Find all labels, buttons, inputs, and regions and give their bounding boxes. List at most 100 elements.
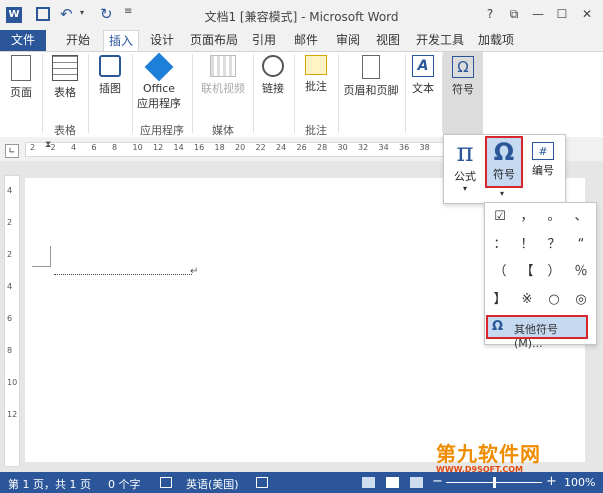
read-mode-icon[interactable] — [362, 477, 375, 488]
tab-references[interactable]: 引用 — [248, 30, 280, 51]
margin-corner-mark — [32, 246, 51, 267]
proofing-icon[interactable] — [160, 477, 172, 488]
minimize-button[interactable]: — — [529, 6, 547, 24]
ruler-number: 32 — [358, 143, 369, 152]
separator — [88, 54, 89, 133]
tab-review[interactable]: 审阅 — [332, 30, 364, 51]
link-icon — [262, 55, 284, 77]
vruler-number: 10 — [7, 378, 18, 387]
tab-developer[interactable]: 开发工具 — [412, 30, 468, 51]
zoom-in-button[interactable]: + — [546, 474, 557, 489]
symbol-cell[interactable]: “ — [568, 232, 594, 258]
tab-addins[interactable]: 加载项 — [474, 30, 518, 51]
header-footer-button[interactable]: 页眉和页脚 — [340, 55, 402, 98]
video-icon — [210, 55, 236, 77]
web-layout-icon[interactable] — [410, 477, 423, 488]
macro-record-icon[interactable] — [256, 477, 268, 488]
online-video-button: 联机视频 — [198, 55, 248, 96]
print-layout-icon[interactable] — [386, 477, 399, 488]
office-apps-label-2: 应用程序 — [137, 97, 181, 110]
vruler-number: 2 — [7, 218, 13, 227]
tab-view[interactable]: 视图 — [372, 30, 404, 51]
tab-insert[interactable]: 插入 — [103, 30, 139, 52]
symbol-cell[interactable]: ％ — [568, 259, 594, 285]
office-apps-button[interactable]: Office 应用程序 — [135, 52, 183, 111]
text-box-icon: A — [412, 55, 434, 77]
comment-button[interactable]: 批注 — [298, 55, 334, 94]
symbol-cell[interactable]: 】 — [487, 287, 513, 313]
page-button[interactable]: 页面 — [4, 55, 38, 100]
ruler-number: 18 — [214, 143, 225, 152]
symbol-cell[interactable]: 。 — [541, 204, 567, 230]
table-button[interactable]: 表格 — [47, 55, 83, 100]
ruler-number: 36 — [399, 143, 410, 152]
tab-mailings[interactable]: 邮件 — [290, 30, 322, 51]
symbol-cell[interactable]: （ — [487, 259, 513, 285]
ruler-number: 22 — [255, 143, 266, 152]
symbol-cell[interactable]: ！ — [514, 232, 540, 258]
tab-selector-icon[interactable]: ∟ — [5, 144, 19, 158]
separator — [294, 54, 295, 133]
separator — [42, 54, 43, 133]
tab-design[interactable]: 设计 — [144, 30, 180, 51]
symbol-cell[interactable]: 、 — [568, 204, 594, 230]
numbering-button[interactable]: # 编号 — [526, 138, 560, 190]
watermark-main: 第九软件网 — [436, 442, 541, 466]
help-button[interactable]: ? — [481, 6, 499, 24]
symbol-button[interactable]: Ω 符号 — [485, 136, 523, 188]
symbol-cell[interactable]: ※ — [514, 287, 540, 313]
ruler-number: 10 — [132, 143, 143, 152]
vruler-number: 4 — [7, 186, 13, 195]
symbol-cell[interactable]: ◎ — [568, 287, 594, 313]
ruler-number: 6 — [91, 143, 97, 152]
symbol-cell[interactable]: ， — [514, 204, 540, 230]
zoom-slider-thumb[interactable] — [493, 477, 496, 488]
symbol-cell[interactable]: ： — [487, 232, 513, 258]
watermark-logo: 第九软件网 WWW.D9SOFT.COM — [436, 438, 541, 474]
equation-button[interactable]: π 公式 ▾ — [447, 138, 483, 196]
status-word-count[interactable]: 0 个字 — [108, 476, 141, 492]
page-icon — [11, 55, 31, 81]
tab-page-layout[interactable]: 页面布局 — [186, 30, 242, 51]
ruler-number: 4 — [71, 143, 77, 152]
tab-home[interactable]: 开始 — [60, 30, 96, 51]
symbol-cell[interactable]: ？ — [541, 232, 567, 258]
group-label-media: 媒体 — [212, 124, 234, 137]
ruler-number: 34 — [378, 143, 389, 152]
ruler-number: 38 — [419, 143, 430, 152]
more-symbols-label: 其他符号(M)... — [514, 323, 558, 350]
online-video-label: 联机视频 — [201, 82, 245, 95]
symbol-dropdown-arrow-icon[interactable]: ▾ — [500, 189, 504, 198]
zoom-out-button[interactable]: − — [432, 474, 443, 489]
ruler-number: 28 — [317, 143, 328, 152]
numbering-icon: # — [532, 142, 554, 160]
more-symbols-item[interactable]: Ω 其他符号(M)... — [486, 315, 588, 350]
text-line-underline[interactable] — [54, 274, 192, 275]
ruler-number: 14 — [173, 143, 184, 152]
more-symbols-omega-icon: Ω — [492, 319, 504, 334]
symbol-cell[interactable]: ） — [541, 259, 567, 285]
vruler-number: 8 — [7, 346, 13, 355]
status-page-count[interactable]: 第 1 页，共 1 页 — [8, 476, 91, 492]
text-button[interactable]: A 文本 — [407, 55, 439, 96]
status-language[interactable]: 英语(美国) — [186, 476, 239, 492]
symbol-cell[interactable]: ☑ — [487, 204, 513, 230]
header-footer-icon — [362, 55, 380, 79]
illustrations-button[interactable]: 插图 — [92, 55, 128, 96]
close-button[interactable]: ✕ — [578, 6, 596, 24]
zoom-level[interactable]: 100% — [564, 476, 595, 489]
symbol-cell[interactable]: ○ — [541, 287, 567, 313]
vruler-number: 12 — [7, 410, 18, 419]
ribbon-display-options-button[interactable]: ⧉ — [505, 6, 523, 24]
symbols-button[interactable]: Ω 符号 — [443, 52, 483, 134]
ruler-number: 16 — [194, 143, 205, 152]
separator — [253, 54, 254, 133]
illustrations-icon — [99, 55, 121, 77]
maximize-button[interactable]: ☐ — [553, 6, 571, 24]
links-button[interactable]: 链接 — [256, 55, 290, 96]
tab-file[interactable]: 文件 — [0, 30, 46, 51]
separator — [132, 54, 133, 133]
group-label-table: 表格 — [54, 124, 76, 137]
ruler-number: 20 — [235, 143, 246, 152]
symbol-cell[interactable]: 【 — [514, 259, 540, 285]
